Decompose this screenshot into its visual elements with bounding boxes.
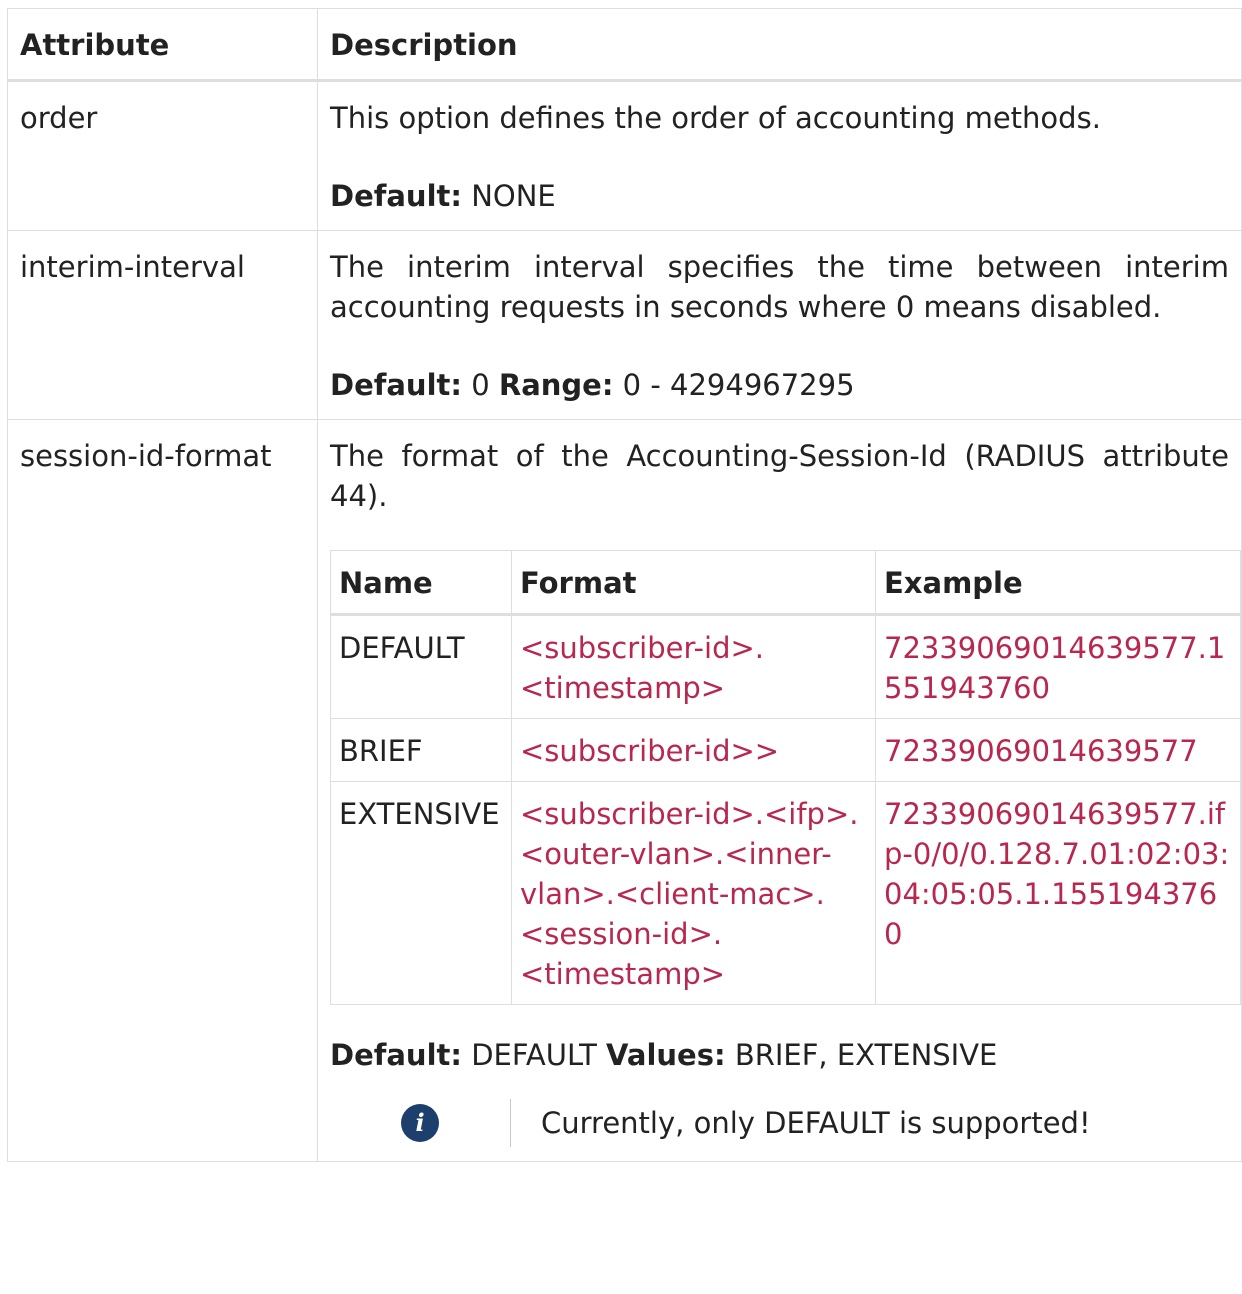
column-header-description: Description <box>317 8 1242 82</box>
format-pattern: <subscriber-id>.<ifp>.<outer-vlan>.<inne… <box>511 781 876 1005</box>
format-table-row: BRIEF <subscriber-id>> 72339069014639577 <box>330 718 1241 782</box>
format-pattern: <subscriber-id>> <box>511 718 876 782</box>
range-value: 0 - 4294967295 <box>622 368 855 402</box>
info-note: i Currently, only DEFAULT is supported! <box>330 1099 1229 1147</box>
format-table: Name Format Example DEFAULT <subscriber-… <box>330 550 1241 1005</box>
default-value: 0 <box>471 368 490 402</box>
attribute-description-cell: The interim interval specifies the time … <box>317 230 1242 420</box>
attribute-description: The format of the Accounting-Session-Id … <box>330 439 1229 513</box>
table-row: order This option defines the order of a… <box>7 80 1242 231</box>
table-row: interim-interval The interim interval sp… <box>7 230 1242 420</box>
default-label: Default: <box>330 179 462 213</box>
default-value: DEFAULT <box>471 1038 597 1072</box>
format-name: BRIEF <box>330 718 512 782</box>
column-header-format: Format <box>511 550 876 616</box>
column-header-attribute: Attribute <box>7 8 318 82</box>
default-value: NONE <box>471 179 556 213</box>
default-line: Default: DEFAULT Values: BRIEF, EXTENSIV… <box>330 1035 1229 1075</box>
default-label: Default: <box>330 368 462 402</box>
attribute-description-cell: This option defines the order of account… <box>317 80 1242 231</box>
format-example: 72339069014639577 <box>875 718 1241 782</box>
info-icon: i <box>401 1104 439 1142</box>
default-label: Default: <box>330 1038 462 1072</box>
attribute-description: The interim interval specifies the time … <box>330 250 1229 324</box>
default-line: Default: 0 Range: 0 - 4294967295 <box>330 365 1229 405</box>
default-line: Default: NONE <box>330 176 1229 216</box>
table-header-row: Attribute Description <box>7 8 1242 82</box>
table-row: session-id-format The format of the Acco… <box>7 419 1242 1162</box>
values-label: Values: <box>606 1038 726 1072</box>
format-pattern: <subscriber-id>.<timestamp> <box>511 614 876 719</box>
attribute-description: This option defines the order of account… <box>330 101 1101 135</box>
format-name: EXTENSIVE <box>330 781 512 1005</box>
column-header-name: Name <box>330 550 512 616</box>
format-name: DEFAULT <box>330 614 512 719</box>
attribute-name: interim-interval <box>7 230 318 420</box>
note-text: Currently, only DEFAULT is supported! <box>541 1106 1091 1140</box>
column-header-example: Example <box>875 550 1241 616</box>
info-icon-wrapper: i <box>330 1104 510 1142</box>
format-table-row: DEFAULT <subscriber-id>.<timestamp> 7233… <box>330 614 1241 719</box>
format-table-header-row: Name Format Example <box>330 550 1241 616</box>
attribute-name: order <box>7 80 318 231</box>
format-example: 72339069014639577.1551943760 <box>875 614 1241 719</box>
format-table-row: EXTENSIVE <subscriber-id>.<ifp>.<outer-v… <box>330 781 1241 1005</box>
attribute-table: Attribute Description order This option … <box>7 8 1242 1162</box>
attribute-name: session-id-format <box>7 419 318 1162</box>
range-label: Range: <box>498 368 614 402</box>
format-example: 72339069014639577.ifp-0/0/0.128.7.01:02:… <box>875 781 1241 1005</box>
values-value: BRIEF, EXTENSIVE <box>734 1038 998 1072</box>
attribute-description-cell: The format of the Accounting-Session-Id … <box>317 419 1242 1162</box>
note-divider <box>510 1099 511 1147</box>
